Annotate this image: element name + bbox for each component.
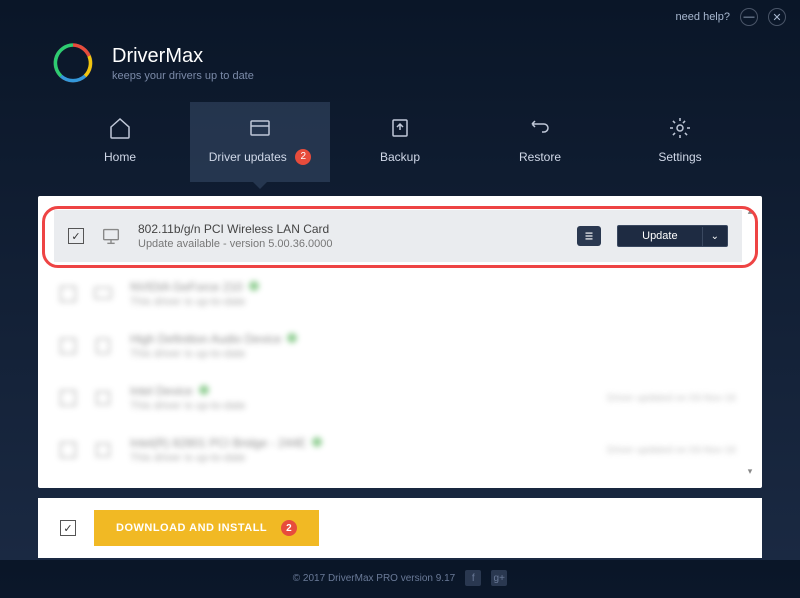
nav-restore[interactable]: Restore	[470, 102, 610, 182]
driver-checkbox[interactable]	[60, 390, 76, 406]
driver-date: Driver updated on 03-Nov-16	[607, 445, 736, 456]
nav-backup[interactable]: Backup	[330, 102, 470, 182]
status-ok-icon	[199, 385, 209, 395]
driver-status: This driver is up-to-date	[130, 348, 736, 360]
driver-list[interactable]: 802.11b/g/n PCI Wireless LAN Card Update…	[46, 204, 754, 486]
audio-icon	[92, 335, 114, 357]
driver-info: 802.11b/g/n PCI Wireless LAN Card Update…	[138, 222, 561, 250]
nav-label: Backup	[380, 150, 420, 164]
scroll-down-icon[interactable]: ▾	[744, 466, 756, 478]
driver-status: This driver is up-to-date	[130, 296, 736, 308]
driver-row[interactable]: Intel Device This driver is up-to-date D…	[46, 372, 750, 424]
app-header: DriverMax keeps your drivers up to date	[0, 34, 800, 102]
download-install-button[interactable]: DOWNLOAD AND INSTALL 2	[94, 510, 319, 546]
status-ok-icon	[249, 281, 259, 291]
scrollbar[interactable]: ▴ ▾	[744, 206, 756, 478]
backup-icon	[388, 116, 412, 140]
status-ok-icon	[287, 333, 297, 343]
nav-label: Restore	[519, 150, 561, 164]
driver-checkbox[interactable]	[68, 228, 84, 244]
driver-row[interactable]: 802.11b/g/n PCI Wireless LAN Card Update…	[54, 210, 742, 262]
google-plus-icon[interactable]: g+	[491, 570, 507, 586]
nav-driver-updates[interactable]: Driver updates 2	[190, 102, 330, 182]
driver-details-button[interactable]	[577, 226, 601, 246]
app-title: DriverMax	[112, 45, 254, 68]
facebook-icon[interactable]: f	[465, 570, 481, 586]
driver-info: Intel(R) 82801 PCI Bridge - 244E This dr…	[130, 436, 591, 464]
main-nav: Home Driver updates 2 Backup Restore Set…	[0, 102, 800, 182]
driver-status: This driver is up-to-date	[130, 400, 591, 412]
driver-status: This driver is up-to-date	[130, 452, 591, 464]
nav-home[interactable]: Home	[50, 102, 190, 182]
driver-list-panel: 802.11b/g/n PCI Wireless LAN Card Update…	[38, 196, 762, 488]
updates-icon	[248, 116, 272, 140]
driver-row[interactable]: Intel(R) 82801 PCI Bridge - 244E This dr…	[46, 424, 750, 476]
nav-label: Settings	[658, 150, 701, 164]
display-icon	[92, 283, 114, 305]
scroll-up-icon[interactable]: ▴	[744, 206, 756, 218]
update-button[interactable]: Update ⌄	[617, 225, 728, 247]
gear-icon	[668, 116, 692, 140]
footer: © 2017 DriverMax PRO version 9.17 f g+	[0, 558, 800, 598]
download-badge: 2	[281, 520, 297, 536]
select-all-checkbox[interactable]	[60, 520, 76, 536]
restore-icon	[528, 116, 552, 140]
help-link[interactable]: need help?	[676, 11, 730, 23]
driver-name: High Definition Audio Device	[130, 332, 736, 346]
list-icon	[582, 229, 596, 243]
driver-row[interactable]: NVIDIA GeForce 210 This driver is up-to-…	[46, 268, 750, 320]
update-button-label[interactable]: Update	[618, 226, 701, 246]
logo-icon	[50, 40, 96, 86]
copyright-text: © 2017 DriverMax PRO version 9.17	[293, 573, 455, 584]
minimize-button[interactable]: —	[740, 8, 758, 26]
device-icon	[92, 439, 114, 461]
brand-block: DriverMax keeps your drivers up to date	[112, 45, 254, 82]
driver-row[interactable]: High Definition Audio Device This driver…	[46, 320, 750, 372]
driver-status: Update available - version 5.00.36.0000	[138, 238, 561, 250]
driver-checkbox[interactable]	[60, 442, 76, 458]
driver-name: Intel Device	[130, 384, 591, 398]
status-ok-icon	[312, 437, 322, 447]
nav-label: Driver updates	[209, 150, 287, 164]
nav-settings[interactable]: Settings	[610, 102, 750, 182]
driver-checkbox[interactable]	[60, 338, 76, 354]
home-icon	[108, 116, 132, 140]
driver-date: Driver updated on 03-Nov-16	[607, 393, 736, 404]
app-tagline: keeps your drivers up to date	[112, 70, 254, 82]
driver-checkbox[interactable]	[60, 286, 76, 302]
nav-label: Home	[104, 150, 136, 164]
driver-name: NVIDIA GeForce 210	[130, 280, 736, 294]
download-label: DOWNLOAD AND INSTALL	[116, 522, 267, 534]
update-dropdown[interactable]: ⌄	[702, 227, 727, 246]
driver-info: NVIDIA GeForce 210 This driver is up-to-…	[130, 280, 736, 308]
driver-name: Intel(R) 82801 PCI Bridge - 244E	[130, 436, 591, 450]
network-card-icon	[100, 225, 122, 247]
close-button[interactable]: ✕	[768, 8, 786, 26]
device-icon	[92, 387, 114, 409]
title-bar: need help? — ✕	[0, 0, 800, 34]
driver-info: High Definition Audio Device This driver…	[130, 332, 736, 360]
driver-info: Intel Device This driver is up-to-date	[130, 384, 591, 412]
driver-name: 802.11b/g/n PCI Wireless LAN Card	[138, 222, 561, 236]
action-bar: DOWNLOAD AND INSTALL 2	[38, 498, 762, 558]
updates-badge: 2	[295, 149, 311, 165]
